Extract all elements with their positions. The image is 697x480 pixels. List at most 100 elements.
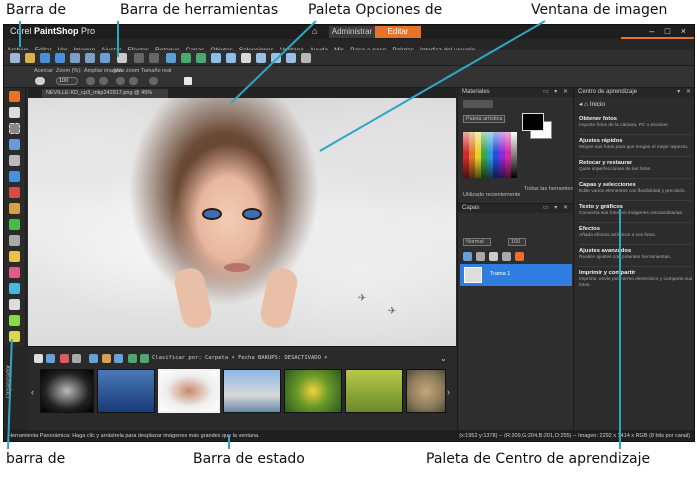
learning-item-efectos[interactable]: Efectos Añada efectos artísticos a sus fo…	[579, 226, 693, 239]
undo-icon[interactable]	[134, 53, 144, 63]
tab-administrar[interactable]: Administrar	[329, 26, 375, 38]
thumbnail-flower[interactable]	[284, 369, 342, 413]
thumbnail-leaves[interactable]	[345, 369, 403, 413]
thumbnail-view-icon[interactable]	[46, 354, 55, 363]
new-layer-icon[interactable]	[463, 252, 472, 261]
scroll-right-icon[interactable]: ›	[447, 387, 450, 397]
divider	[579, 178, 691, 179]
text-tool-icon[interactable]	[9, 283, 20, 294]
new-file-icon[interactable]	[10, 53, 20, 63]
learning-home-label[interactable]: Inicio	[590, 101, 605, 108]
thumbnail-building[interactable]	[223, 369, 281, 413]
share-arrows-icon[interactable]	[100, 53, 110, 63]
thumbnail-plane[interactable]	[97, 369, 155, 413]
straighten-tool-icon[interactable]	[9, 171, 20, 182]
leader-status	[228, 435, 230, 449]
tag-icon[interactable]	[72, 354, 81, 363]
save-icon[interactable]	[40, 53, 50, 63]
rotate-left-icon[interactable]	[128, 354, 137, 363]
zoom-more-button[interactable]	[116, 77, 125, 85]
makeover-tool-icon[interactable]	[9, 203, 20, 214]
save-as-icon[interactable]	[55, 53, 65, 63]
learning-item-ajustes-rapidos[interactable]: Ajustes rápidos Mejore sus fotos para que…	[579, 138, 693, 151]
actual-size-button[interactable]	[149, 77, 158, 85]
fill-tool-icon[interactable]	[9, 267, 20, 278]
layer-group-icon[interactable]	[476, 252, 485, 261]
image-window[interactable]: ✈ ✈	[28, 98, 456, 346]
pan-zoom-icon[interactable]	[35, 77, 45, 85]
plane-icon: ✈	[388, 306, 397, 317]
panel-controls[interactable]: ▭ ▾ ✕	[543, 204, 570, 213]
home-icon[interactable]: ⌂	[312, 27, 322, 36]
pan-tool-icon[interactable]	[9, 91, 20, 102]
chevron-down-icon[interactable]: ⌄	[440, 354, 447, 363]
rotate-left-icon[interactable]	[181, 53, 191, 63]
fit-window-icon[interactable]	[184, 77, 192, 85]
learning-item-texto[interactable]: Texto y gráficos Convierta sus fotos en i…	[579, 204, 693, 217]
scroll-left-icon[interactable]: ‹	[31, 387, 34, 397]
learning-item-retocar[interactable]: Retocar y restaurar Quite imperfecciones …	[579, 160, 693, 173]
lock-icon[interactable]	[515, 252, 524, 261]
layer-row[interactable]: Trama 1	[460, 264, 572, 286]
crop-tool-icon[interactable]	[9, 155, 20, 166]
gray-swatches[interactable]	[511, 132, 517, 178]
panel-controls[interactable]: ▭ ▾ ✕	[543, 88, 570, 97]
learning-item-ajustes-avanzados[interactable]: Ajustes avanzados Realice ajustes con pot…	[579, 248, 693, 261]
pen-tool-icon[interactable]	[9, 315, 20, 326]
shape-tool-icon[interactable]	[9, 299, 20, 310]
filter-icon[interactable]	[60, 354, 69, 363]
learning-title: Centro de aprendizaje ▾ ✕	[574, 88, 694, 97]
view-icon[interactable]	[241, 53, 251, 63]
thumbnail-horse[interactable]	[40, 369, 94, 413]
layer-mask-icon[interactable]	[489, 252, 498, 261]
tab-editar[interactable]: Editar	[375, 26, 421, 38]
paint-brush-tool-icon[interactable]	[9, 251, 20, 262]
share-icon[interactable]	[114, 354, 123, 363]
zoom-less-button[interactable]	[129, 77, 138, 85]
learning-item-capas[interactable]: Capas y selecciones Edite varios elemento…	[579, 182, 693, 195]
pick-tool-icon[interactable]	[9, 107, 20, 118]
clone-tool-icon[interactable]	[9, 219, 20, 230]
open-folder-icon[interactable]	[25, 53, 35, 63]
red-eye-tool-icon[interactable]	[9, 187, 20, 198]
share-icon[interactable]	[70, 53, 80, 63]
window-controls[interactable]: – □ ×	[649, 26, 690, 36]
thumbnail-portrait-selected[interactable]	[158, 369, 220, 413]
link-icon[interactable]	[502, 252, 511, 261]
people-icon[interactable]	[89, 354, 98, 363]
eraser-tool-icon[interactable]	[9, 235, 20, 246]
rotate-right-icon[interactable]	[140, 354, 149, 363]
selection-tool-icon[interactable]	[9, 123, 20, 134]
learning-item-imprimir[interactable]: Imprimir y compartir Imprima, envíe por c…	[579, 270, 693, 289]
layers-palette: Capas ▭ ▾ ✕ Normal 100 Trama 1	[457, 203, 573, 430]
foreground-color-swatch[interactable]	[522, 113, 544, 131]
document-tab[interactable]: NEVILLE-KD_cp3_mkp242917.png @ 45%	[42, 89, 168, 98]
one-step-fix-icon[interactable]	[211, 53, 221, 63]
list-view-icon[interactable]	[34, 354, 43, 363]
zoom-input[interactable]: 100	[56, 77, 78, 85]
opacity-input[interactable]: 100	[508, 238, 526, 246]
palette-dropdown[interactable]: Paleta artística	[463, 115, 505, 123]
zoom-in-icon[interactable]	[256, 53, 266, 63]
layer-thumbnail	[464, 267, 482, 283]
email-icon[interactable]	[85, 53, 95, 63]
crop-icon[interactable]	[166, 53, 176, 63]
frame-view-icon[interactable]	[463, 100, 493, 108]
opt-label-acercar: Acercar	[34, 68, 53, 74]
learning-nav[interactable]: ◂ ⌂ Inicio	[579, 100, 605, 108]
thumbnail-bird[interactable]	[406, 369, 446, 413]
blend-mode-select[interactable]: Normal	[463, 238, 491, 246]
learning-item-obtener-fotos[interactable]: Obtener fotos Importe fotos de la cámara,…	[579, 116, 693, 129]
zoom-fit-icon[interactable]	[286, 53, 296, 63]
dropper-tool-icon[interactable]	[9, 139, 20, 150]
zoom-minus-button[interactable]	[99, 77, 108, 85]
panel-controls[interactable]: ▾ ✕	[677, 88, 693, 97]
organizer-sort[interactable]: Clasificar por: Carpeta ▾ Fecha BAKUPS: …	[152, 355, 328, 361]
zoom-plus-button[interactable]	[86, 77, 95, 85]
info-icon[interactable]	[226, 53, 236, 63]
map-icon[interactable]	[102, 354, 111, 363]
rotate-right-icon[interactable]	[196, 53, 206, 63]
annotated-screenshot: Barra de Barra de herramientas Paleta Op…	[0, 0, 697, 480]
palettes-icon[interactable]	[301, 53, 311, 63]
redo-icon[interactable]	[149, 53, 159, 63]
